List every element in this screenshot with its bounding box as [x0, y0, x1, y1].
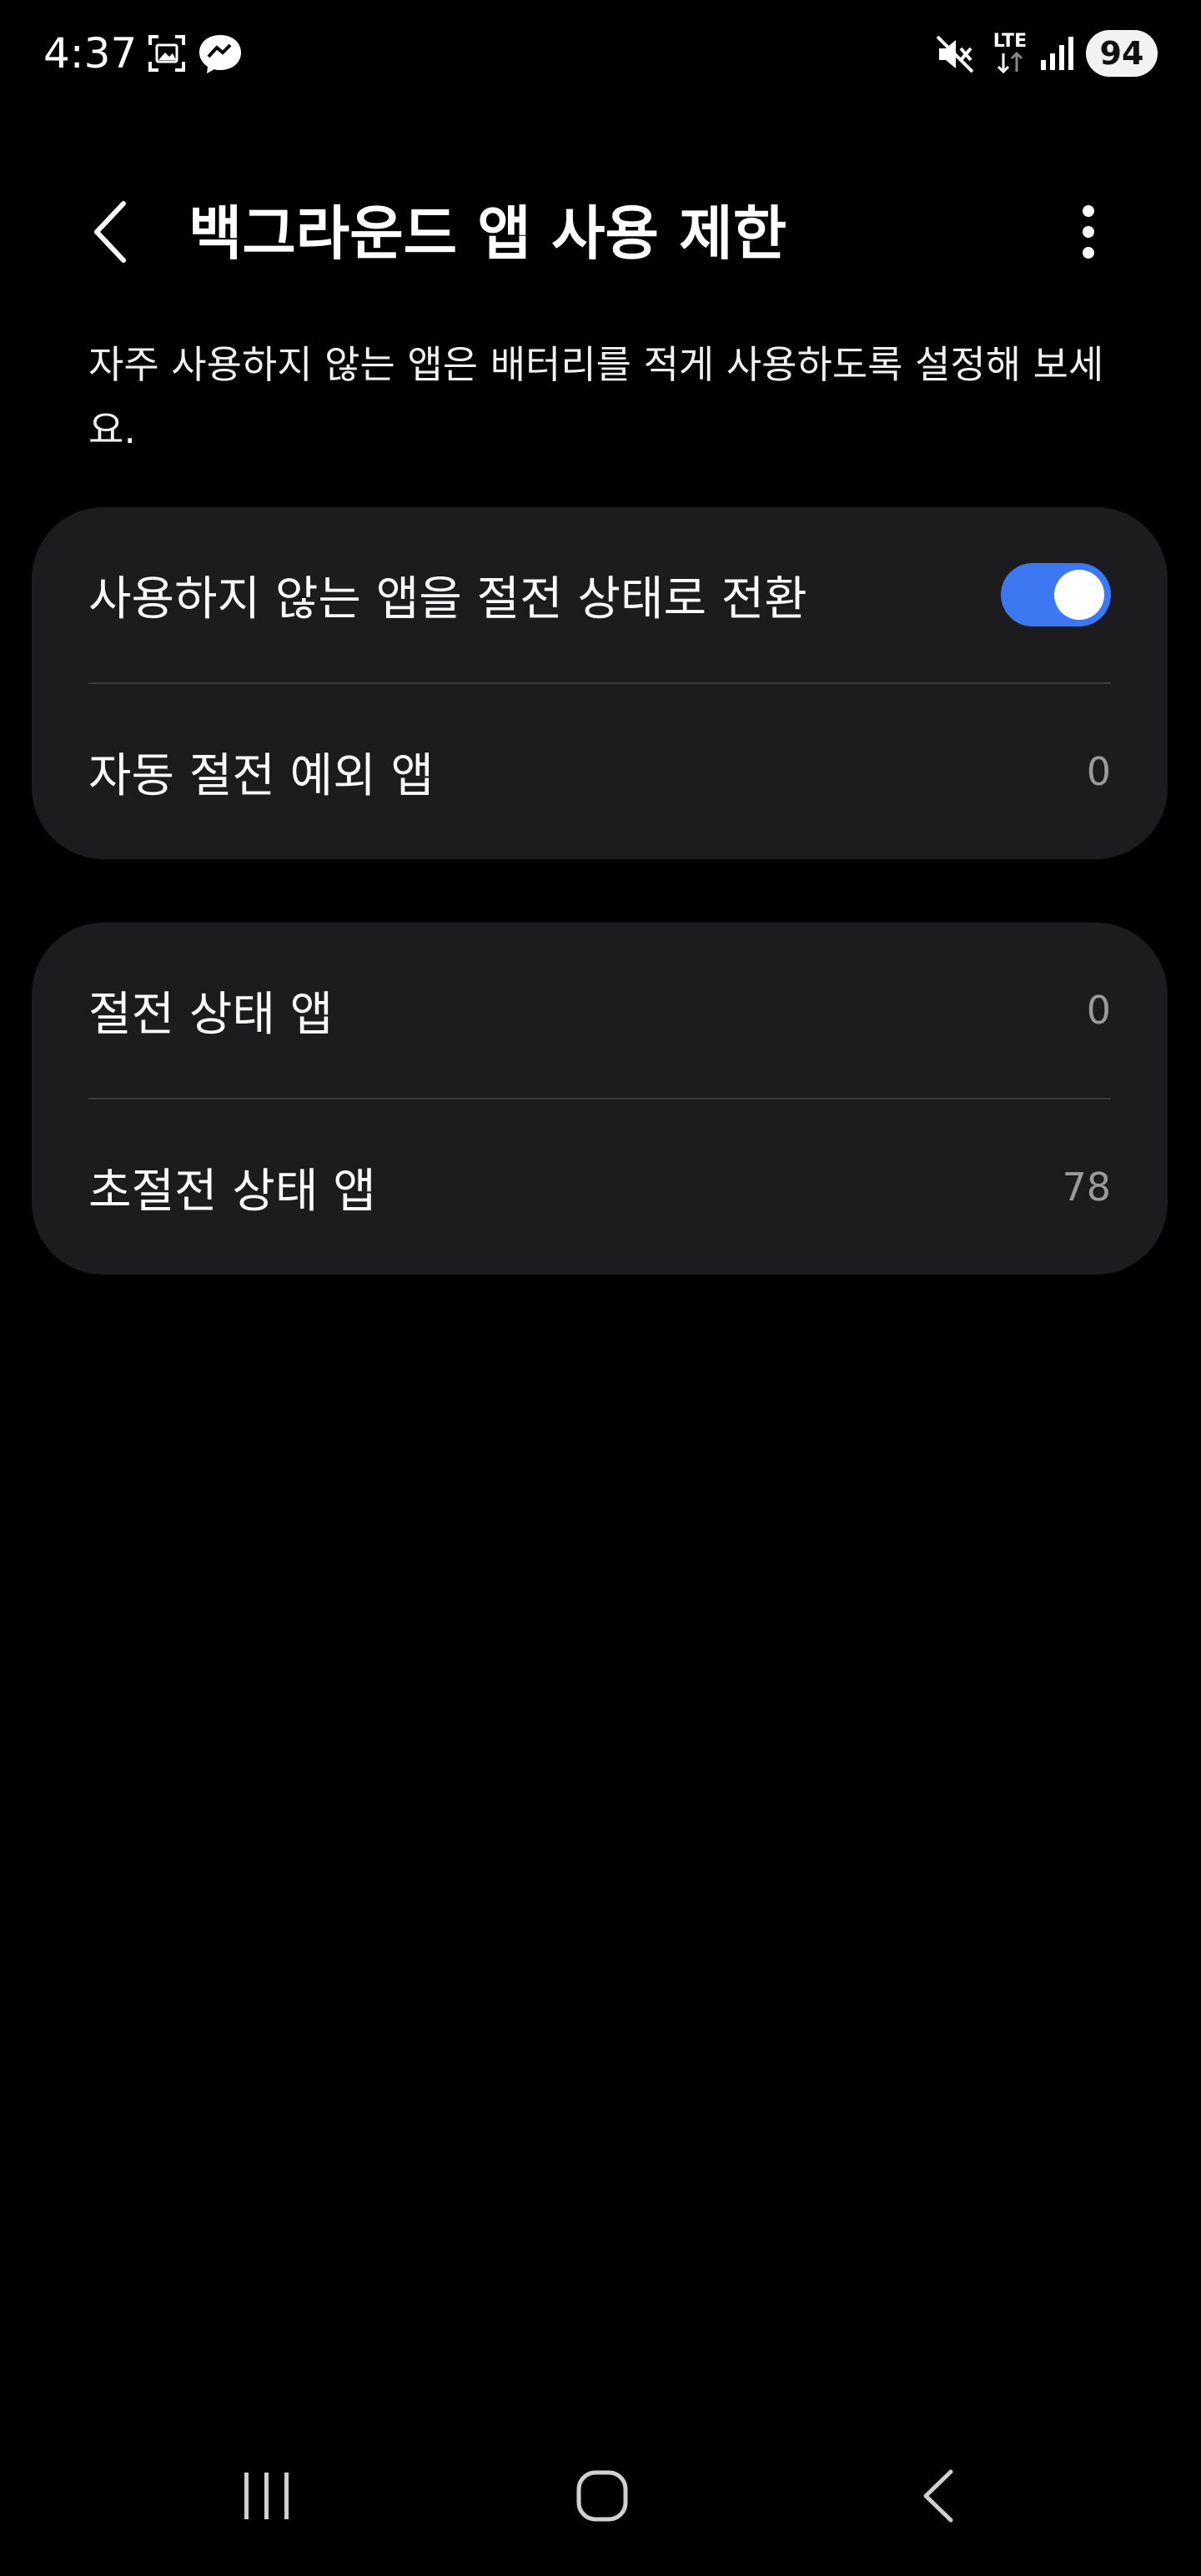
- never-auto-sleeping-apps-label: 자동 절전 예외 앱: [88, 748, 435, 803]
- put-unused-apps-to-sleep-toggle[interactable]: [1001, 563, 1111, 626]
- status-bar: 4:37 LTE 94: [0, 0, 1201, 108]
- never-auto-sleeping-apps-count: 0: [1086, 749, 1111, 794]
- back-button[interactable]: [80, 192, 140, 275]
- network-label: LTE: [992, 31, 1028, 52]
- sleeping-apps-row[interactable]: 절전 상태 앱 0: [88, 923, 1111, 1098]
- home-button[interactable]: [519, 2419, 686, 2576]
- nav-back-button[interactable]: [854, 2419, 1021, 2576]
- more-options-button[interactable]: [1059, 192, 1118, 275]
- toggle-knob: [1054, 570, 1104, 620]
- page-title: 백그라운드 앱 사용 제한: [188, 199, 787, 268]
- settings-card-auto-sleep: 사용하지 않는 앱을 절전 상태로 전환 자동 절전 예외 앱 0: [32, 507, 1168, 859]
- back-icon: [919, 2468, 956, 2527]
- lte-signal-icon: LTE: [989, 32, 1031, 77]
- put-unused-apps-to-sleep-row[interactable]: 사용하지 않는 앱을 절전 상태로 전환: [88, 507, 1111, 682]
- mute-icon: [934, 33, 976, 78]
- deep-sleeping-apps-row[interactable]: 초절전 상태 앱 78: [88, 1099, 1111, 1275]
- settings-card-sleeping-apps: 절전 상태 앱 0 초절전 상태 앱 78: [32, 923, 1168, 1275]
- sleeping-apps-count: 0: [1086, 988, 1111, 1033]
- status-time: 4:37: [43, 29, 138, 78]
- never-auto-sleeping-apps-row[interactable]: 자동 절전 예외 앱 0: [88, 684, 1111, 859]
- deep-sleeping-apps-count: 78: [1062, 1165, 1111, 1210]
- page-description: 자주 사용하지 않는 앱은 배터리를 적게 사용하도록 설정해 보세요.: [88, 342, 1104, 452]
- cell-signal-icon: [1039, 33, 1076, 75]
- recents-button[interactable]: [183, 2419, 350, 2576]
- recents-icon: [241, 2471, 293, 2524]
- navigation-bar: [0, 2419, 1201, 2576]
- chevron-left-icon: [92, 200, 128, 267]
- deep-sleeping-apps-label: 초절전 상태 앱: [88, 1164, 376, 1219]
- sleeping-apps-label: 절전 상태 앱: [88, 987, 334, 1042]
- messenger-icon: [197, 32, 244, 78]
- battery-indicator: 94: [1086, 30, 1158, 77]
- put-unused-apps-to-sleep-label: 사용하지 않는 앱을 절전 상태로 전환: [88, 571, 807, 626]
- screenshot-icon: [147, 33, 187, 77]
- home-icon: [575, 2469, 629, 2526]
- more-vertical-icon: [1082, 204, 1095, 263]
